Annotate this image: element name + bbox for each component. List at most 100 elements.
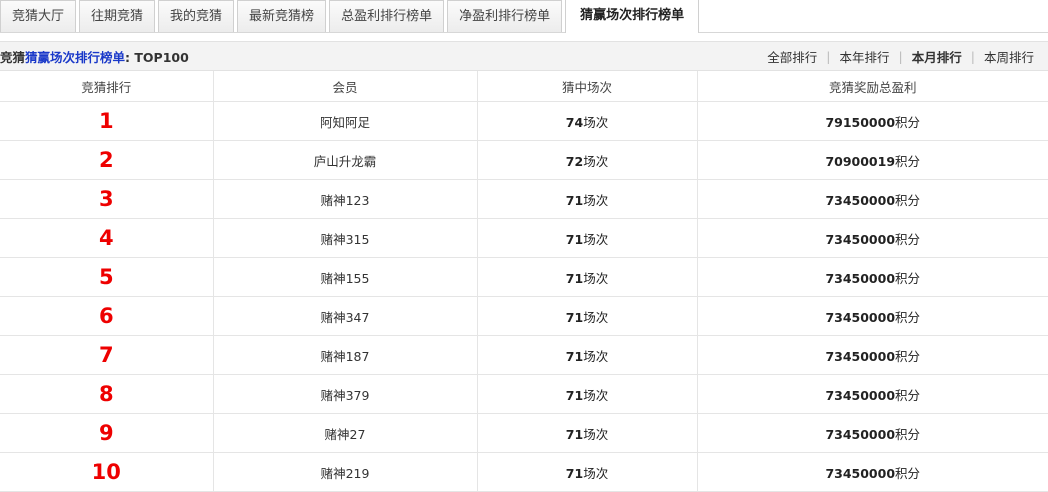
filter-link-4[interactable]: 本周排行 (984, 47, 1034, 66)
filter-separator: | (898, 48, 903, 64)
win-count: 71 (565, 192, 584, 208)
score-cell: 73450000积分 (697, 374, 1048, 414)
score-cell: 70900019积分 (697, 140, 1048, 180)
rank-number: 6 (98, 304, 114, 328)
table-row: 10 赌神219 71场次 73450000积分 (0, 452, 1048, 492)
member-name[interactable]: 赌神187 (321, 349, 370, 364)
title-highlight[interactable]: 猜赢场次排行榜单 (25, 50, 125, 65)
score-cell: 73450000积分 (697, 335, 1048, 375)
rank-cell: 6 (0, 296, 214, 336)
rank-number: 9 (98, 421, 114, 445)
member-name[interactable]: 赌神27 (325, 427, 366, 442)
score-unit: 积分 (895, 153, 921, 169)
member-cell: 赌神379 (213, 374, 478, 414)
member-cell: 赌神315 (213, 218, 478, 258)
score-cell: 79150000积分 (697, 101, 1048, 141)
score-unit: 积分 (895, 231, 921, 247)
score-unit: 积分 (895, 309, 921, 325)
score-unit: 积分 (895, 270, 921, 286)
table-row: 5 赌神155 71场次 73450000积分 (0, 257, 1048, 297)
win-count: 72 (565, 153, 584, 169)
table-row: 8 赌神379 71场次 73450000积分 (0, 374, 1048, 414)
rank-number: 10 (91, 460, 121, 484)
count-cell: 71场次 (477, 179, 698, 219)
count-unit: 场次 (583, 309, 609, 325)
count-unit: 场次 (583, 114, 609, 130)
score-unit: 积分 (895, 192, 921, 208)
table-row: 4 赌神315 71场次 73450000积分 (0, 218, 1048, 258)
score-unit: 积分 (895, 114, 921, 130)
member-name[interactable]: 赌神155 (321, 271, 370, 286)
profit-value: 73450000 (825, 426, 896, 442)
profit-value: 73450000 (825, 348, 896, 364)
filter-link-1[interactable]: 全部排行 (767, 47, 817, 66)
tab-4[interactable]: 最新竞猜榜 (237, 0, 327, 32)
count-cell: 72场次 (477, 140, 698, 180)
count-cell: 71场次 (477, 413, 698, 453)
count-cell: 74场次 (477, 101, 698, 141)
count-cell: 71场次 (477, 257, 698, 297)
tab-5[interactable]: 总盈利排行榜单 (329, 0, 445, 32)
col-member-header: 会员 (213, 71, 478, 102)
rank-number: 3 (98, 187, 114, 211)
profit-value: 73450000 (825, 270, 896, 286)
ranking-table: 竞猜排行 会员 猜中场次 竞猜奖励总盈利 1 阿知阿足 74场次 79150000积分… (0, 71, 1048, 492)
count-unit: 场次 (583, 270, 609, 286)
tab-3[interactable]: 我的竞猜 (158, 0, 235, 32)
filter-link-3[interactable]: 本月排行 (912, 47, 962, 66)
score-cell: 73450000积分 (697, 179, 1048, 219)
member-name[interactable]: 赌神347 (321, 310, 370, 325)
score-cell: 73450000积分 (697, 413, 1048, 453)
count-cell: 71场次 (477, 374, 698, 414)
score-unit: 积分 (895, 387, 921, 403)
profit-value: 73450000 (825, 387, 896, 403)
rank-number: 7 (98, 343, 114, 367)
score-cell: 73450000积分 (697, 296, 1048, 336)
filter-link-2[interactable]: 本年排行 (840, 47, 890, 66)
count-unit: 场次 (583, 153, 609, 169)
table-row: 3 赌神123 71场次 73450000积分 (0, 179, 1048, 219)
profit-value: 73450000 (825, 231, 896, 247)
table-row: 7 赌神187 71场次 73450000积分 (0, 335, 1048, 375)
member-cell: 赌神347 (213, 296, 478, 336)
table-header-row: 竞猜排行 会员 猜中场次 竞猜奖励总盈利 (0, 71, 1048, 102)
title-prefix: 竞猜 (0, 49, 26, 65)
win-count: 71 (565, 270, 584, 286)
member-cell: 赌神27 (213, 413, 478, 453)
profit-value: 73450000 (825, 192, 896, 208)
member-name[interactable]: 赌神123 (321, 193, 370, 208)
member-name[interactable]: 阿知阿足 (320, 115, 370, 130)
count-unit: 场次 (583, 231, 609, 247)
rank-cell: 5 (0, 257, 214, 297)
count-unit: 场次 (583, 387, 609, 403)
ranking-header: 竞猜猜赢场次排行榜单: TOP100 全部排行 | 本年排行 | 本月排行 | 本周排行 (0, 41, 1048, 71)
tab-2[interactable]: 往期竞猜 (79, 0, 156, 32)
member-name[interactable]: 赌神379 (321, 388, 370, 403)
member-name[interactable]: 赌神219 (321, 466, 370, 481)
tab-7[interactable]: 猜赢场次排行榜单 (565, 0, 700, 33)
member-cell: 赌神219 (213, 452, 478, 492)
rank-cell: 4 (0, 218, 214, 258)
profit-value: 73450000 (825, 309, 896, 325)
count-unit: 场次 (583, 348, 609, 364)
score-unit: 积分 (895, 465, 921, 481)
member-cell: 庐山升龙霸 (213, 140, 478, 180)
tab-1[interactable]: 竞猜大厅 (0, 0, 77, 32)
filter-separator: | (970, 48, 975, 64)
rank-number: 5 (98, 265, 114, 289)
score-unit: 积分 (895, 348, 921, 364)
member-name[interactable]: 庐山升龙霸 (314, 154, 377, 169)
profit-value: 73450000 (825, 465, 896, 481)
count-unit: 场次 (583, 192, 609, 208)
count-cell: 71场次 (477, 296, 698, 336)
tab-bar: 竞猜大厅 往期竞猜 我的竞猜 最新竞猜榜 总盈利排行榜单 净盈利排行榜单 猜赢场次排行榜单 (0, 0, 1048, 33)
profit-value: 70900019 (825, 153, 896, 169)
rank-cell: 10 (0, 452, 214, 492)
table-row: 6 赌神347 71场次 73450000积分 (0, 296, 1048, 336)
score-cell: 73450000积分 (697, 218, 1048, 258)
member-name[interactable]: 赌神315 (321, 232, 370, 247)
rank-number: 8 (98, 382, 114, 406)
tab-6[interactable]: 净盈利排行榜单 (447, 0, 563, 32)
member-cell: 赌神123 (213, 179, 478, 219)
count-cell: 71场次 (477, 452, 698, 492)
